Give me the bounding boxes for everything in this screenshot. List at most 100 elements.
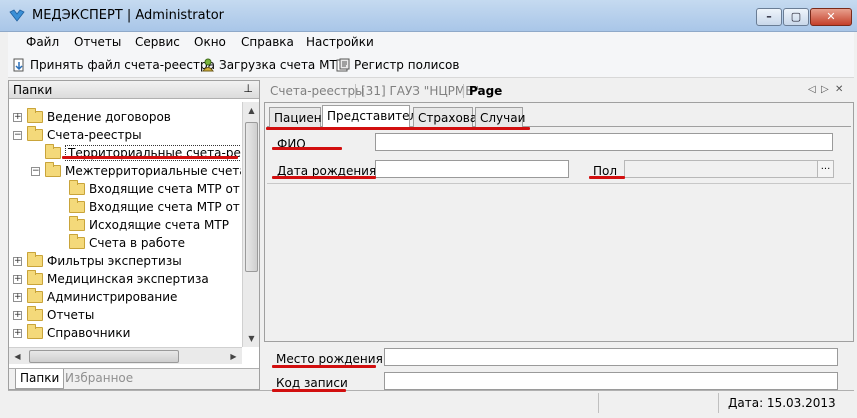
annotation-underline [589, 176, 625, 179]
maximize-icon: ▢ [790, 10, 802, 23]
tab-next-icon[interactable]: ▷ [821, 84, 829, 95]
tree-item-in-work[interactable]: Счета в работе [69, 234, 185, 252]
tab-patient[interactable]: Пациент [269, 107, 329, 127]
close-button[interactable]: ✕ [810, 8, 852, 26]
register-icon [336, 58, 350, 72]
folder-icon [27, 324, 43, 339]
folder-icon [69, 180, 85, 195]
birthdate-input[interactable] [375, 160, 569, 178]
annotation-underline [272, 365, 376, 368]
expand-icon[interactable]: + [13, 112, 22, 122]
collapse-icon[interactable]: − [31, 166, 40, 176]
menu-file[interactable]: Файл [26, 35, 59, 49]
tree-item-label: Медицинская экспертиза [47, 272, 209, 286]
tab-separator [463, 84, 464, 98]
form-content-area [267, 183, 851, 339]
record-code-input[interactable] [384, 372, 838, 390]
close-icon: ✕ [826, 10, 836, 23]
tree-item-contracts[interactable]: + Ведение договоров [13, 108, 171, 126]
folder-icon [27, 306, 43, 321]
tree-item-territorial-invoices[interactable]: Территориальные счета-реестры [45, 144, 241, 162]
sex-input[interactable] [624, 160, 834, 178]
tree-item-interterritorial[interactable]: − Межтерриториальные счета [31, 162, 241, 180]
menu-service[interactable]: Сервис [135, 35, 180, 49]
doc-tab-invoices[interactable]: Счета-реестры [270, 84, 365, 98]
status-bar: Дата: 15.03.2013 [8, 390, 854, 414]
fio-input[interactable] [375, 133, 833, 151]
annotation-underline [272, 389, 346, 392]
window-title: МЕДЭКСПЕРТ | Administrator [32, 8, 225, 23]
tab-close-icon[interactable]: ✕ [835, 84, 843, 95]
expand-icon[interactable]: + [13, 328, 22, 338]
tree-item-administration[interactable]: + Администрирование [13, 288, 177, 306]
folder-icon [45, 144, 61, 159]
record-form-panel: Пациент Представитель Страховая Случаи Ф… [264, 102, 854, 342]
tree-item-invoices[interactable]: − Счета-реестры [13, 126, 142, 144]
tab-representative[interactable]: Представитель [322, 105, 424, 128]
load-mtr-label: Загрузка счета МТР [219, 58, 345, 72]
folders-panel-title: Папки [13, 83, 53, 97]
folders-panel-header: Папки ⊥ [9, 81, 259, 99]
tab-prev-icon[interactable]: ◁ [808, 84, 816, 95]
folder-icon [69, 198, 85, 213]
scroll-left-icon[interactable]: ◀ [9, 348, 26, 365]
menu-window[interactable]: Окно [194, 35, 226, 49]
expand-icon[interactable]: + [13, 274, 22, 284]
birthplace-input[interactable] [384, 348, 838, 366]
scroll-up-icon[interactable]: ▲ [243, 102, 260, 119]
folder-icon [45, 162, 61, 177]
record-subtabs: Пациент Представитель Страховая Случаи [267, 105, 851, 128]
scrollbar-thumb[interactable] [245, 122, 258, 272]
document-tabs: Счета-реестры [31] ГАУЗ "НЦРМБ" Page ◁ ▷… [264, 82, 854, 102]
window-titlebar: МЕДЭКСПЕРТ | Administrator – ▢ ✕ [0, 0, 857, 32]
folder-icon [27, 108, 43, 123]
scrollbar-thumb[interactable] [29, 350, 179, 363]
load-mtr-button[interactable]: Загрузка счета МТР [201, 58, 344, 72]
tree-item-directories[interactable]: + Справочники [13, 324, 130, 342]
tree-horizontal-scrollbar[interactable]: ◀ ▶ [9, 347, 242, 364]
tab-favorites[interactable]: Избранное [61, 369, 137, 389]
tab-folders[interactable]: Папки [15, 369, 65, 389]
minimize-icon: – [766, 10, 772, 23]
birthplace-label: Место рождения [276, 352, 383, 366]
tree-item-medical-expertise[interactable]: + Медицинская экспертиза [13, 270, 209, 288]
tab-insurance[interactable]: Страховая [413, 107, 484, 127]
expand-icon[interactable]: + [13, 292, 22, 302]
toolbar: Принять файл счета-реестра Загрузка счет… [8, 54, 854, 78]
menu-reports[interactable]: Отчеты [74, 35, 121, 49]
doc-tab-organization[interactable]: [31] ГАУЗ "НЦРМБ" [361, 84, 479, 98]
tree-item-label: Отчеты [47, 308, 95, 322]
folder-icon [27, 126, 43, 141]
pin-icon[interactable]: ⊥ [243, 82, 253, 95]
annotation-underline [272, 147, 342, 150]
expand-icon[interactable]: + [13, 256, 22, 266]
person-upload-icon [202, 58, 214, 72]
expand-icon[interactable]: + [13, 310, 22, 320]
tree-item-label: Входящие счета МТР от ТФ [89, 200, 241, 214]
scroll-right-icon[interactable]: ▶ [225, 348, 242, 365]
folder-icon [27, 288, 43, 303]
scroll-down-icon[interactable]: ▼ [243, 330, 260, 347]
import-file-icon [13, 58, 24, 72]
sex-select-button[interactable]: ... [817, 161, 833, 177]
menu-help[interactable]: Справка [241, 35, 294, 49]
policy-register-button[interactable]: Регистр полисов [336, 58, 459, 72]
tree-item-label: Ведение договоров [47, 110, 171, 124]
tree-item-reports[interactable]: + Отчеты [13, 306, 94, 324]
tab-cases[interactable]: Случаи [475, 107, 525, 127]
policy-register-label: Регистр полисов [354, 58, 460, 72]
import-file-button[interactable]: Принять файл счета-реестра [12, 58, 215, 72]
tree-item-expertise-filters[interactable]: + Фильтры экспертизы [13, 252, 182, 270]
collapse-icon[interactable]: − [13, 130, 22, 140]
tree-item-incoming-mo[interactable]: Входящие счета МТР от МО [69, 180, 241, 198]
maximize-button[interactable]: ▢ [783, 8, 809, 26]
folder-tree: + Ведение договоров − Счета-реестры Терр… [9, 102, 241, 347]
annotation-underline [272, 176, 376, 179]
tree-item-outgoing[interactable]: Исходящие счета МТР [69, 216, 229, 234]
tree-item-incoming-tf[interactable]: Входящие счета МТР от ТФ [69, 198, 241, 216]
menu-settings[interactable]: Настройки [306, 35, 374, 49]
minimize-button[interactable]: – [756, 8, 782, 26]
tree-item-label: Счета в работе [89, 236, 185, 250]
tree-vertical-scrollbar[interactable]: ▲ ▼ [242, 102, 259, 347]
doc-tab-page[interactable]: Page [469, 84, 502, 98]
